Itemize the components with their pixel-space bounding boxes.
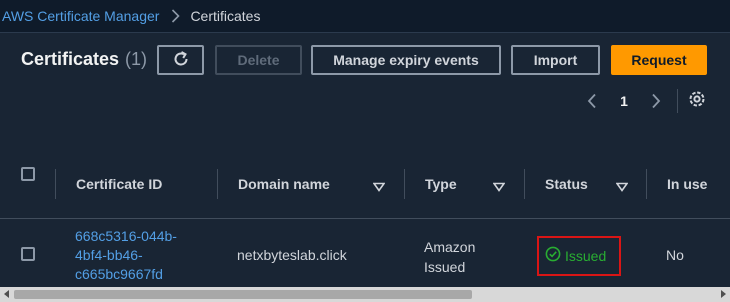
refresh-button[interactable]: [157, 45, 204, 75]
horizontal-scrollbar[interactable]: [0, 287, 730, 302]
refresh-icon: [172, 50, 190, 71]
column-divider: [404, 169, 405, 199]
domain-name-cell: netxbyteslab.click: [237, 247, 347, 263]
import-button[interactable]: Import: [511, 45, 600, 75]
pagination: 1: [580, 89, 705, 113]
certificate-id-line: 4bf4-bb46-: [75, 247, 143, 263]
status-text: Issued: [565, 248, 607, 264]
scroll-right-arrow-icon[interactable]: [721, 290, 726, 298]
check-circle-icon: [545, 246, 561, 267]
manage-expiry-events-button[interactable]: Manage expiry events: [311, 45, 501, 75]
scrollbar-thumb[interactable]: [14, 290, 472, 299]
column-divider: [524, 169, 525, 199]
certificate-id-line: c665bc9667fd: [75, 266, 163, 282]
caret-down-icon[interactable]: [372, 179, 386, 197]
page-title: Certificates (1): [21, 49, 147, 70]
breadcrumb-link-acm[interactable]: AWS Certificate Manager: [2, 8, 159, 24]
chevron-left-icon[interactable]: [580, 93, 604, 109]
column-divider: [55, 169, 56, 199]
select-all-checkbox[interactable]: [21, 167, 35, 181]
certificates-panel: Certificates (1) Delete Manage expiry ev…: [0, 32, 730, 302]
column-header-certificate-id[interactable]: Certificate ID: [76, 149, 162, 219]
delete-button[interactable]: Delete: [215, 45, 302, 75]
certificate-id-link[interactable]: 668c5316-044b- 4bf4-bb46- c665bc9667fd: [75, 227, 177, 284]
scroll-left-arrow-icon[interactable]: [4, 290, 9, 298]
caret-down-icon[interactable]: [615, 179, 629, 197]
chevron-right-icon: [171, 9, 181, 23]
caret-down-icon[interactable]: [492, 179, 506, 197]
breadcrumb: AWS Certificate Manager Certificates: [0, 0, 730, 32]
in-use-cell: No: [666, 247, 684, 263]
breadcrumb-current: Certificates: [190, 8, 261, 24]
column-header-type[interactable]: Type: [425, 149, 457, 219]
column-divider: [646, 169, 647, 199]
table-header: Certificate ID Domain name Type Status I…: [0, 149, 730, 219]
type-line: Amazon: [424, 239, 476, 255]
page-number[interactable]: 1: [604, 93, 644, 109]
row-checkbox[interactable]: [21, 247, 35, 261]
type-cell: Amazon Issued: [424, 237, 475, 277]
certificate-id-line: 668c5316-044b-: [75, 228, 177, 244]
column-header-domain-name[interactable]: Domain name: [238, 149, 330, 219]
column-divider: [217, 169, 218, 199]
gear-icon[interactable]: [687, 89, 707, 114]
table-row: 668c5316-044b- 4bf4-bb46- c665bc9667fd n…: [0, 220, 730, 292]
page-title-text: Certificates: [21, 49, 120, 69]
column-header-status[interactable]: Status: [545, 149, 588, 219]
certificate-count: (1): [125, 49, 148, 69]
pager-divider: [677, 89, 678, 113]
request-button[interactable]: Request: [611, 45, 707, 75]
column-header-in-use[interactable]: In use: [667, 149, 707, 219]
status-badge: Issued: [537, 236, 621, 276]
type-line: Issued: [424, 259, 466, 275]
chevron-right-icon[interactable]: [644, 93, 668, 109]
